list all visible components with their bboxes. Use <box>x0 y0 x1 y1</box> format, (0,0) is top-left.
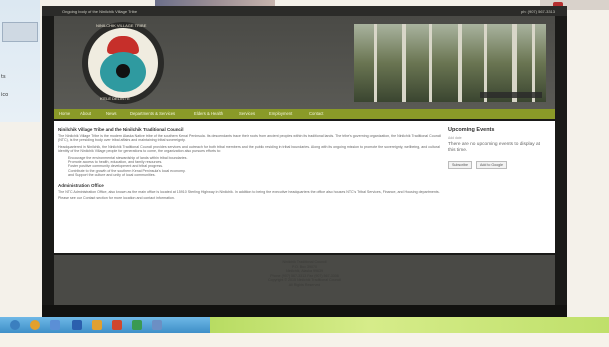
article-paragraph: The NTC Administration Office, also know… <box>58 189 440 194</box>
chrome-icon[interactable] <box>30 320 40 330</box>
nav-item-home[interactable]: Home <box>59 111 70 116</box>
list-item: and Support the culture and unity of loc… <box>68 173 156 178</box>
content-area: Ninilchik Village Tribe and the Ninilchi… <box>54 121 555 253</box>
site-topbar: Ongoing body of the Ninilchik Village Tr… <box>42 6 567 16</box>
forest-banner-image <box>354 24 546 102</box>
nav-item-services[interactable]: Services <box>239 111 255 116</box>
logo-bottom-text: K'ELE DELINT'E <box>100 96 130 101</box>
word-icon[interactable] <box>72 320 82 330</box>
bear-paw-icon <box>116 64 130 78</box>
site-header: NINILCHIK VILLAGE TRIBE K'ELE DELINT'E <box>54 16 555 109</box>
nav-item-contact[interactable]: Contact <box>309 111 323 116</box>
explorer-icon[interactable] <box>50 320 60 330</box>
subscribe-button[interactable]: Subscribe <box>448 161 472 169</box>
article-paragraph: Headquartered in Ninilchik, the Ninilchi… <box>58 144 440 154</box>
nav-item-news[interactable]: News <box>106 111 116 116</box>
topbar-title: Ongoing body of the Ninilchik Village Tr… <box>62 9 138 14</box>
browser-page: Ongoing body of the Ninilchik Village Tr… <box>42 6 567 331</box>
nav-item-departments[interactable]: Departments & Services <box>130 111 175 116</box>
tribe-logo[interactable]: NINILCHIK VILLAGE TRIBE K'ELE DELINT'E <box>82 22 164 104</box>
page-bottom-margin <box>0 333 609 347</box>
add-to-google-button[interactable]: Add to Google <box>475 161 507 169</box>
folder-icon[interactable] <box>92 320 102 330</box>
footer-line: All Rights Reserved <box>288 282 321 287</box>
events-title: Upcoming Events <box>448 127 495 133</box>
excel-icon[interactable] <box>132 320 142 330</box>
article-paragraph: The Ninilchik Village Tribe is the moder… <box>58 134 442 143</box>
events-sidebar: Upcoming Events Add date There are no up… <box>448 127 548 171</box>
start-button-icon[interactable] <box>10 320 20 330</box>
nav-item-employment[interactable]: Employment <box>269 111 292 116</box>
desktop-text: ts <box>1 74 6 80</box>
events-date: Add date <box>448 136 462 140</box>
background-window[interactable] <box>2 22 38 42</box>
slideshow-controls[interactable] <box>480 92 542 98</box>
nav-item-about[interactable]: About <box>80 111 91 116</box>
green-decorative-bar <box>210 317 609 333</box>
main-nav: Home About News Departments & Services E… <box>54 109 555 119</box>
topbar-phone: ph: (907) 567-3313 <box>520 9 555 14</box>
site-footer: Ninilchik Traditional Council P.O. Box 3… <box>54 255 555 305</box>
article-heading: Ninilchik Village Tribe and the Ninilchi… <box>58 127 184 132</box>
main-article: Ninilchik Village Tribe and the Ninilchi… <box>58 127 443 200</box>
desktop-text: ico <box>1 92 9 98</box>
nav-item-elders[interactable]: Elders & Health <box>194 111 223 116</box>
powerpoint-icon[interactable] <box>112 320 122 330</box>
logo-top-text: NINILCHIK VILLAGE TRIBE <box>96 23 147 28</box>
article-paragraph: Please see our Contact section for more … <box>58 196 175 201</box>
desktop-window-left: ts ico <box>0 0 40 122</box>
events-message: There are no upcoming events to display … <box>448 142 540 153</box>
media-icon[interactable] <box>152 320 162 330</box>
section-heading: Administration Office <box>58 182 104 188</box>
